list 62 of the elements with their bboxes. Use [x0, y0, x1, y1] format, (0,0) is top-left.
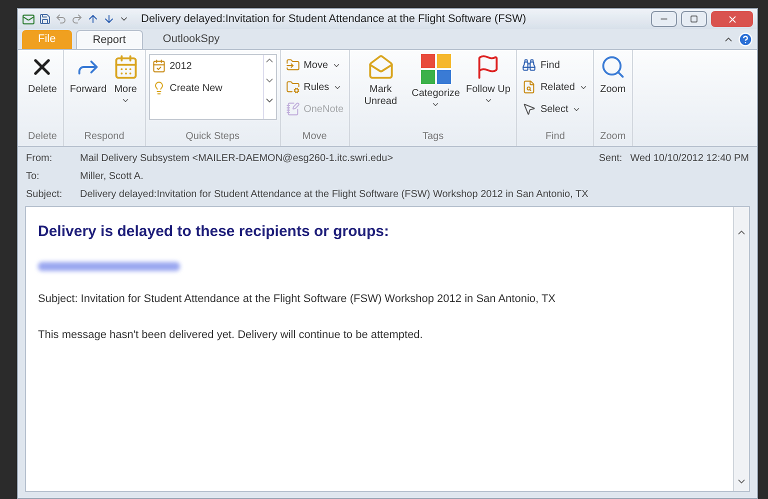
document-search-icon [522, 80, 536, 94]
header-value: Wed 10/10/2012 12:40 PM [630, 152, 749, 166]
close-button[interactable] [711, 11, 753, 27]
calendar-icon [152, 59, 166, 73]
maximize-button[interactable] [681, 11, 707, 27]
header-value: Delivery delayed:Invitation for Student Attendance at the Flight Software (FSW) Workshop 2012 in San Antonio, TX [80, 188, 588, 202]
caret-icon [484, 96, 493, 105]
group-label: Respond [84, 130, 124, 144]
pointer-icon [522, 102, 536, 116]
ribbon-button[interactable]: Rules [284, 76, 346, 98]
calendar-icon [112, 54, 139, 80]
ribbon-button[interactable]: Forward [66, 50, 110, 128]
maximize-icon [690, 15, 698, 23]
window-title: Delivery delayed:Invitation for Student Attendance at the Flight Software (FSW) [141, 12, 526, 27]
ribbon-button[interactable]: Create New [150, 77, 263, 99]
group-label: Tags [422, 130, 444, 144]
help-icon[interactable] [738, 32, 753, 47]
ribbon-button[interactable]: Related [520, 76, 590, 98]
down-arrow-icon[interactable] [103, 13, 115, 25]
ribbon-button[interactable]: More [110, 50, 142, 128]
folder-icon [286, 58, 300, 72]
ribbon-button[interactable]: Follow Up [462, 50, 514, 128]
ribbon-button[interactable]: 2012 [150, 55, 263, 77]
redo-icon[interactable] [71, 13, 83, 25]
header-value: Mail Delivery Subsystem <MAILER-DAEMON@esg260-1.itc.swri.edu> [80, 152, 394, 166]
folder-icon [286, 80, 300, 94]
ribbon-button[interactable]: Zoom [596, 50, 629, 128]
up-arrow-icon[interactable] [87, 13, 99, 25]
caret-icon [431, 100, 440, 109]
header-label: Sent: [598, 152, 622, 166]
notebook-icon [286, 102, 300, 116]
group-label: Move [302, 130, 327, 144]
ribbon-button[interactable]: Move [284, 54, 346, 76]
scrollbar[interactable] [733, 207, 749, 491]
ribbon-button[interactable]: Find [520, 54, 590, 76]
group-label: Delete [28, 130, 57, 144]
header-value: Miller, Scott A. [80, 170, 144, 184]
header-label: Subject: [26, 188, 64, 202]
group-label: Zoom [600, 130, 626, 144]
header-label: From: [26, 152, 54, 166]
message-text: This message hasn't been delivered yet. Delivery will continue to be attempted. [38, 328, 424, 343]
undo-icon[interactable] [55, 13, 67, 25]
close-icon [726, 14, 738, 24]
ribbon-tab[interactable]: OutlookSpy [146, 30, 236, 49]
minimize-button[interactable] [651, 11, 677, 27]
message-text: Subject: Invitation for Student Attendance at the Flight Software (FSW) Workshop 2012 in San Antonio, TX [38, 292, 556, 306]
envelope-icon [368, 54, 394, 80]
ribbon-button[interactable]: Delete [25, 50, 60, 128]
caret-icon [121, 96, 130, 105]
group-label: Find [545, 130, 565, 144]
binoculars-icon [522, 58, 536, 72]
message-heading: Delivery is delayed to these recipients or groups: [38, 222, 390, 242]
search-icon [600, 54, 626, 80]
ribbon-button[interactable]: Select [520, 98, 590, 120]
color-grid-icon [420, 54, 451, 84]
envelope-icon[interactable] [22, 12, 35, 26]
header-label: To: [26, 170, 40, 184]
save-icon[interactable] [39, 13, 51, 25]
group-label: Quick Steps [186, 130, 240, 144]
ribbon-button[interactable]: Categorize [408, 50, 463, 128]
ribbon-button[interactable]: Mark Unread [352, 50, 409, 128]
ribbon-tab[interactable]: Report [76, 30, 143, 49]
